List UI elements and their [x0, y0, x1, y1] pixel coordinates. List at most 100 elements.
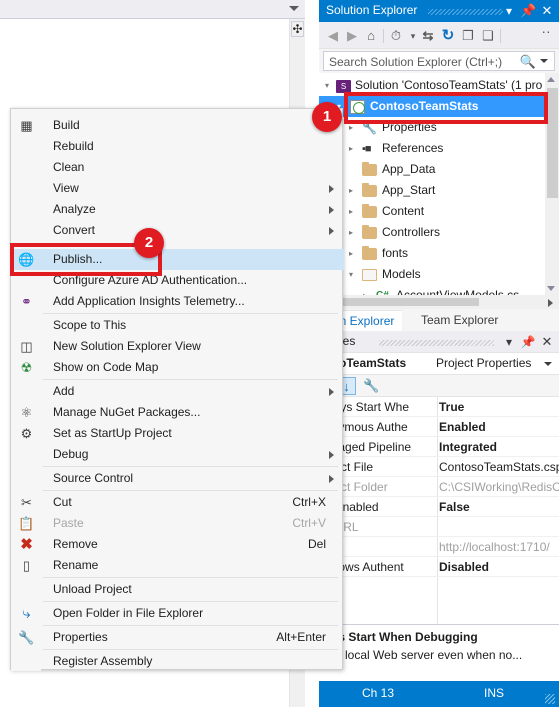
property-row[interactable]: L http://localhost:1710/: [319, 537, 559, 557]
menu-item-manage-nuget-packages[interactable]: ⚛ Manage NuGet Packages...: [11, 402, 344, 423]
property-row[interactable]: ndows Authent Disabled: [319, 557, 559, 577]
tree-item-controllers[interactable]: ▸ Controllers: [319, 222, 545, 243]
property-row[interactable]: L URL: [319, 517, 559, 537]
menu-item-unload-project[interactable]: Unload Project: [11, 579, 344, 600]
tree-item-fonts[interactable]: ▸ fonts: [319, 243, 545, 264]
tree-horizontal-scrollbar[interactable]: [319, 295, 559, 309]
menu-item-cut[interactable]: ✂ Cut Ctrl+X: [11, 492, 344, 513]
splitter-handle-icon[interactable]: ✣: [291, 21, 304, 37]
properties-grid[interactable]: ways Start Whe True onymous Authe Enable…: [319, 397, 559, 624]
menu-item-label: Add: [53, 384, 75, 398]
menu-item-rename[interactable]: ▯ Rename: [11, 555, 344, 576]
expander-icon[interactable]: ▸: [349, 123, 358, 132]
scrollbar-thumb[interactable]: [337, 298, 479, 306]
status-insert-mode: INS: [484, 686, 505, 700]
tree-item-accountviewmodels[interactable]: ▸ C# AccountViewModels.cs: [319, 285, 545, 295]
menu-item-scope-to-this[interactable]: Scope to This: [11, 315, 344, 336]
tree-item-label: Models: [382, 267, 421, 281]
overflow-button[interactable]: ··: [537, 22, 555, 40]
submenu-arrow-icon: [329, 227, 334, 235]
menu-item-source-control[interactable]: Source Control: [11, 468, 344, 489]
menu-item-debug[interactable]: Debug: [11, 444, 344, 465]
menu-item-paste[interactable]: 📋 Paste Ctrl+V: [11, 513, 344, 534]
tree-item-app-data[interactable]: App_Data: [319, 159, 545, 180]
selected-object-type: Project Properties: [436, 356, 532, 370]
menu-item-build[interactable]: ▦ Build: [11, 115, 344, 136]
resize-grip-icon[interactable]: [545, 694, 555, 704]
close-icon[interactable]: ✕: [539, 3, 555, 19]
chevron-down-icon[interactable]: [289, 6, 299, 11]
show-all-files-button[interactable]: ❑: [479, 27, 497, 45]
property-row[interactable]: anaged Pipeline Integrated: [319, 437, 559, 457]
property-pages-button[interactable]: 🔧: [362, 377, 381, 395]
collapse-all-button[interactable]: ❐: [459, 27, 477, 45]
search-input[interactable]: Search Solution Explorer (Ctrl+;) 🔍: [323, 51, 555, 71]
menu-item-set-as-startup-project[interactable]: ⚙ Set as StartUp Project: [11, 423, 344, 444]
menu-item-properties[interactable]: 🔧 Properties Alt+Enter: [11, 627, 344, 648]
expander-icon[interactable]: ▸: [349, 144, 358, 153]
drag-grip-icon[interactable]: [379, 340, 494, 346]
sync-with-active-document-button[interactable]: ⇆: [419, 27, 437, 45]
tab-team-explorer[interactable]: Team Explorer: [413, 310, 506, 331]
chevron-down-icon[interactable]: ▾: [501, 3, 517, 19]
menu-item-convert[interactable]: Convert: [11, 220, 344, 241]
property-value[interactable]: False: [439, 500, 470, 514]
menu-item-label: Open Folder in File Explorer: [53, 606, 204, 620]
scrollbar-thumb[interactable]: [547, 88, 558, 198]
project-context-menu: ▦ Build Rebuild Clean View Analyze Conve…: [10, 108, 344, 672]
magnifier-icon[interactable]: 🔍: [520, 54, 536, 70]
menu-item-rebuild[interactable]: Rebuild: [11, 136, 344, 157]
property-value[interactable]: True: [439, 400, 464, 414]
chevron-down-icon[interactable]: ▾: [501, 334, 517, 350]
tree-item-models[interactable]: ▾ Models: [319, 264, 545, 285]
expander-icon[interactable]: ▸: [349, 186, 358, 195]
menu-item-remove[interactable]: ✖ Remove Del: [11, 534, 344, 555]
property-row[interactable]: L Enabled False: [319, 497, 559, 517]
drag-grip-icon[interactable]: [428, 9, 503, 15]
expander-icon[interactable]: ▸: [349, 228, 358, 237]
expander-icon[interactable]: ▾: [325, 81, 334, 90]
property-row[interactable]: ways Start Whe True: [319, 397, 559, 417]
menu-item-new-solution-explorer-view[interactable]: ◫ New Solution Explorer View: [11, 336, 344, 357]
tree-item-content[interactable]: ▸ Content: [319, 201, 545, 222]
home-button[interactable]: ⌂: [362, 27, 380, 45]
folder-icon: [362, 246, 377, 260]
property-row[interactable]: onymous Authe Enabled: [319, 417, 559, 437]
expander-icon[interactable]: ▸: [349, 207, 358, 216]
property-value[interactable]: Integrated: [439, 440, 497, 454]
tree-item-app-start[interactable]: ▸ App_Start: [319, 180, 545, 201]
menu-item-analyze[interactable]: Analyze: [11, 199, 344, 220]
menu-item-add-application-insights-telemetry[interactable]: ⚭ Add Application Insights Telemetry...: [11, 291, 344, 312]
properties-object-header[interactable]: osoTeamStats Project Properties: [319, 353, 559, 375]
property-row[interactable]: oject File ContosoTeamStats.csp: [319, 457, 559, 477]
expander-icon[interactable]: ▸: [349, 249, 358, 258]
property-row[interactable]: oject Folder C:\CSIWorking\RedisC: [319, 477, 559, 497]
expander-icon[interactable]: ▾: [349, 270, 358, 279]
menu-item-open-folder-in-file-explorer[interactable]: ⤷ Open Folder in File Explorer: [11, 603, 344, 624]
scroll-up-icon[interactable]: [547, 77, 555, 82]
pending-changes-filter-button[interactable]: ⏱: [387, 27, 405, 45]
code-map-icon: ☢: [20, 360, 33, 375]
scroll-down-icon[interactable]: [547, 286, 555, 291]
property-value[interactable]: Enabled: [439, 420, 486, 434]
pin-icon[interactable]: 📌: [520, 334, 536, 350]
menu-item-view[interactable]: View: [11, 178, 344, 199]
pin-icon[interactable]: 📌: [520, 3, 536, 19]
property-value[interactable]: http://localhost:1710/: [439, 540, 550, 554]
scroll-right-icon[interactable]: [548, 299, 553, 307]
menu-item-register-assembly[interactable]: Register Assembly: [11, 651, 344, 672]
menu-item-clean[interactable]: Clean: [11, 157, 344, 178]
forward-button[interactable]: ▶: [343, 27, 361, 45]
back-button[interactable]: ◀: [324, 27, 342, 45]
close-icon[interactable]: ✕: [539, 334, 555, 350]
property-value[interactable]: Disabled: [439, 560, 489, 574]
refresh-button[interactable]: ↻: [439, 27, 457, 45]
tree-item-references[interactable]: ▸ ▪■ References: [319, 138, 545, 159]
property-value[interactable]: ContosoTeamStats.csp: [439, 460, 559, 474]
visual-studio-window: ✣ Solution Explorer ▾ 📌 ✕ ◀ ▶ ⌂ ⏱ ▾ ⇆ ↻ …: [0, 0, 559, 707]
menu-item-add[interactable]: Add: [11, 381, 344, 402]
chevron-down-icon[interactable]: [540, 59, 548, 63]
menu-item-show-on-code-map[interactable]: ☢ Show on Code Map: [11, 357, 344, 378]
property-value[interactable]: C:\CSIWorking\RedisC: [439, 480, 559, 494]
chevron-down-icon[interactable]: [544, 362, 552, 366]
